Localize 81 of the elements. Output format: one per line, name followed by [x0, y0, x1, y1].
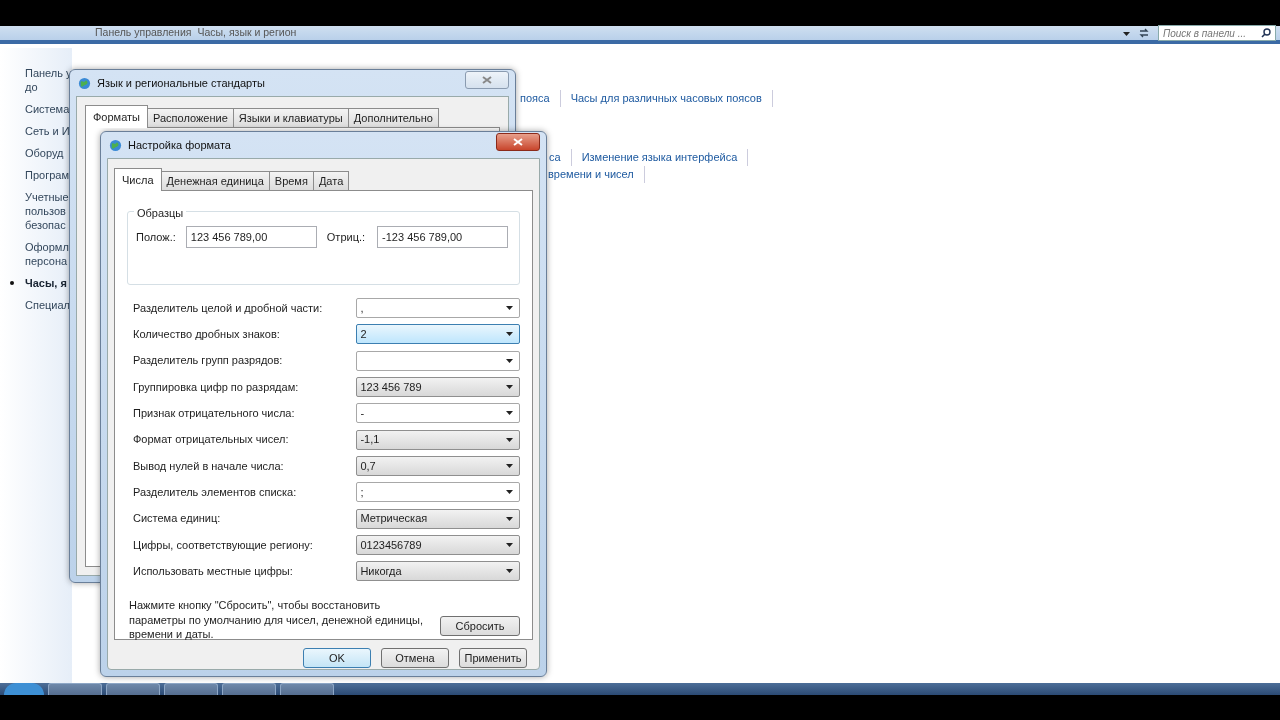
- taskbar-button[interactable]: [164, 683, 218, 695]
- dropdown-arrow-icon: [506, 490, 513, 495]
- dropdown[interactable]: -: [356, 403, 520, 424]
- window-title: Настройка формата: [128, 137, 231, 153]
- dropdown-arrow-icon: [506, 358, 513, 363]
- sidebar-item[interactable]: Система: [25, 102, 72, 116]
- field-label: Вывод нулей в начале числа:: [133, 458, 285, 474]
- globe-icon: [78, 76, 91, 90]
- dropdown-arrow-icon: [506, 437, 513, 442]
- dropdown[interactable]: Никогда: [356, 561, 520, 582]
- sidebar-item[interactable]: Оборуд: [25, 146, 72, 160]
- close-icon: [513, 138, 523, 146]
- sidebar-item[interactable]: Сеть и И: [25, 124, 72, 138]
- dropdown[interactable]: 0123456789: [356, 534, 520, 555]
- field-label: Отриц.:: [326, 229, 366, 245]
- dropdown-arrow-icon: [506, 332, 513, 337]
- task-link[interactable]: Часы для различных часовых поясов: [560, 90, 773, 107]
- globe-icon: [109, 138, 122, 152]
- dropdown[interactable]: ,: [356, 298, 520, 319]
- dropdown[interactable]: 123 456 789: [356, 377, 520, 398]
- dropdown-arrow-icon: [506, 569, 513, 574]
- close-button[interactable]: [496, 133, 540, 151]
- field-label: Система единиц:: [133, 511, 222, 527]
- dropdown-arrow-icon: [506, 385, 513, 390]
- field-label: Группировка цифр по разрядам:: [133, 379, 300, 395]
- dropdown-arrow-icon: [506, 463, 513, 468]
- group-title: Образцы: [134, 205, 187, 222]
- dropdown[interactable]: Метрическая: [356, 508, 520, 529]
- breadcrumb-item[interactable]: Часы, язык и регион: [197, 25, 297, 41]
- field-label: Формат отрицательных чисел:: [133, 432, 290, 448]
- tab[interactable]: Дополнительно: [347, 108, 439, 127]
- breadcrumb-item[interactable]: Панель управления: [95, 25, 192, 41]
- dropdown-arrow-icon: [506, 306, 513, 311]
- sidebar-item[interactable]: Часы, я: [25, 276, 72, 290]
- dialog-button[interactable]: Отмена: [381, 648, 449, 668]
- window-title: Язык и региональные стандарты: [97, 75, 265, 91]
- dialog-button[interactable]: OK: [303, 648, 371, 668]
- dialog-button[interactable]: Применить: [459, 648, 527, 668]
- search-icon: [1261, 28, 1271, 38]
- task-link[interactable]: Изменение языка интерфейса: [571, 149, 749, 166]
- field-label: Признак отрицательного числа:: [133, 406, 296, 422]
- sidebar-item[interactable]: Специал: [25, 298, 72, 312]
- tab[interactable]: Форматы: [85, 105, 148, 128]
- dropdown-arrow-icon: [1123, 31, 1130, 36]
- dropdown[interactable]: 2: [356, 324, 520, 345]
- field-label: Разделитель групп разрядов:: [133, 353, 284, 369]
- close-icon: [482, 76, 492, 84]
- field-label: Разделитель элементов списка:: [133, 484, 298, 500]
- sidebar-item[interactable]: Оформл персона: [25, 240, 72, 268]
- taskbar-button[interactable]: [106, 683, 160, 695]
- taskbar-button[interactable]: [48, 683, 102, 695]
- dropdown[interactable]: [356, 350, 520, 371]
- sample-field: 123 456 789,00: [185, 226, 317, 248]
- sidebar-item[interactable]: Учетные пользов безопас: [25, 190, 72, 232]
- field-label: Цифры, соответствующие региону:: [133, 537, 314, 553]
- taskbar-button[interactable]: [280, 683, 334, 695]
- field-label: Разделитель целой и дробной части:: [133, 300, 324, 316]
- field-label: Количество дробных знаков:: [133, 327, 281, 343]
- taskbar-button[interactable]: [222, 683, 276, 695]
- sample-field: -123 456 789,00: [377, 226, 509, 248]
- field-label: Полож.:: [136, 229, 176, 245]
- dropdown-arrow-icon: [506, 516, 513, 521]
- dropdown-arrow-icon: [506, 542, 513, 547]
- dropdown[interactable]: -1,1: [356, 429, 520, 450]
- tab[interactable]: Числа: [114, 168, 162, 191]
- tab[interactable]: Дата: [312, 171, 350, 190]
- field-label: Использовать местные цифры:: [133, 563, 294, 579]
- tab[interactable]: Расположение: [147, 108, 234, 127]
- search-field[interactable]: Поиск в панели ...: [1158, 25, 1276, 41]
- refresh-icon[interactable]: [1138, 27, 1150, 39]
- dropdown[interactable]: 0,7: [356, 455, 520, 476]
- tab[interactable]: Денежная единица: [160, 171, 270, 190]
- dropdown-arrow-icon: [506, 411, 513, 416]
- tab[interactable]: Языки и клавиатуры: [232, 108, 349, 127]
- bullet-icon: [10, 281, 14, 285]
- tab[interactable]: Время: [268, 171, 314, 190]
- sidebar-item[interactable]: Програм: [25, 168, 72, 182]
- reset-button[interactable]: Сбросить: [440, 615, 520, 636]
- note-text: Нажмите кнопку "Сбросить", чтобы восстановить параметры по умолчанию для чисел, денежной единицы, времени и даты.: [129, 598, 425, 642]
- dropdown[interactable]: ;: [356, 482, 520, 503]
- start-button[interactable]: [4, 683, 44, 695]
